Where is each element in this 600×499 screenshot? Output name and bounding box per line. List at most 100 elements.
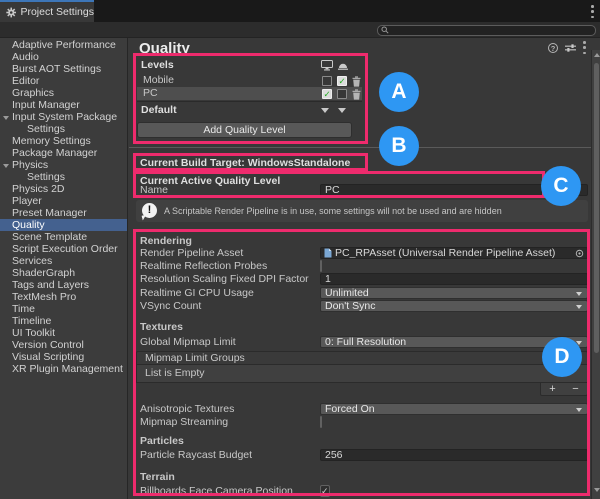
vsync-count-dropdown[interactable]: Don't Sync — [320, 300, 588, 312]
sidebar-item[interactable]: Settings — [0, 171, 127, 183]
quality-level-row-pc[interactable]: PC — [137, 87, 362, 100]
search-box[interactable] — [377, 25, 596, 36]
desktop-platform-icon — [321, 60, 333, 71]
sidebar-item[interactable]: Adaptive Performance — [0, 39, 127, 51]
trash-icon[interactable] — [352, 76, 361, 87]
mipmap-limit-groups-header[interactable]: Mipmap Limit Groups — [136, 351, 588, 365]
default-row-label: Default — [141, 104, 177, 117]
window-menu-icon[interactable] — [591, 5, 594, 18]
mobile-checkbox[interactable] — [337, 89, 347, 99]
sidebar-item[interactable]: Script Execution Order — [0, 243, 127, 255]
particle-raycast-budget-field[interactable]: 256 — [320, 449, 588, 461]
tab-title: Project Settings — [20, 6, 94, 18]
render-pipeline-asset-field[interactable]: PC_RPAsset (Universal Render Pipeline As… — [320, 247, 588, 259]
quality-name-field[interactable]: PC — [320, 184, 588, 196]
billboards-face-camera-checkbox[interactable] — [320, 485, 330, 497]
search-input[interactable] — [391, 25, 581, 35]
annotation-badge-b: B — [379, 126, 419, 166]
list-footer: + − — [540, 383, 588, 396]
mipmap-streaming-checkbox[interactable] — [320, 416, 322, 428]
sidebar-item[interactable]: Input System Package — [0, 111, 127, 123]
sidebar-item[interactable]: Version Control — [0, 339, 127, 351]
help-icon[interactable]: ? — [548, 43, 558, 53]
sidebar-item[interactable]: Editor — [0, 75, 127, 87]
global-mipmap-limit-label: Global Mipmap Limit — [140, 336, 236, 348]
sidebar-item[interactable]: Graphics — [0, 87, 127, 99]
mipmap-streaming-label: Mipmap Streaming — [140, 416, 228, 428]
anisotropic-textures-label: Anisotropic Textures — [140, 403, 234, 415]
sidebar-item[interactable]: Settings — [0, 123, 127, 135]
scroll-down-icon[interactable] — [594, 488, 600, 492]
sidebar-item[interactable]: Tags and Layers — [0, 279, 127, 291]
sidebar-item[interactable]: Package Manager — [0, 147, 127, 159]
sidebar-item[interactable]: Services — [0, 255, 127, 267]
default-desktop-dropdown-icon[interactable] — [321, 108, 329, 113]
vertical-scrollbar[interactable] — [591, 50, 600, 499]
warning-text: A Scriptable Render Pipeline is in use, … — [164, 200, 502, 222]
sidebar-item[interactable]: Burst AOT Settings — [0, 63, 127, 75]
project-settings-window: Project Settings Adaptive PerformanceAud… — [0, 0, 600, 499]
sidebar-item[interactable]: Quality — [0, 219, 127, 231]
sidebar-list: Adaptive PerformanceAudioBurst AOT Setti… — [0, 38, 127, 375]
annotation-badge-a: A — [379, 72, 419, 112]
sidebar-item[interactable]: Physics — [0, 159, 127, 171]
global-mipmap-limit-dropdown[interactable]: 0: Full Resolution — [320, 336, 588, 348]
sidebar-item[interactable]: Timeline — [0, 315, 127, 327]
anisotropic-textures-dropdown[interactable]: Forced On — [320, 403, 588, 415]
add-quality-level-button[interactable]: Add Quality Level — [137, 122, 352, 138]
sidebar-item[interactable]: Scene Template — [0, 231, 127, 243]
render-pipeline-asset-label: Render Pipeline Asset — [140, 247, 243, 259]
object-picker-icon[interactable] — [575, 249, 584, 258]
terrain-header: Terrain — [140, 471, 175, 483]
desktop-checkbox[interactable] — [322, 76, 332, 86]
trash-icon[interactable] — [352, 89, 361, 100]
settings-sidebar: Adaptive PerformanceAudioBurst AOT Setti… — [0, 38, 128, 499]
vsync-count-label: VSync Count — [140, 300, 201, 312]
realtime-reflection-probes-label: Realtime Reflection Probes — [140, 260, 267, 272]
levels-header: Levels — [141, 59, 174, 71]
scrollbar-thumb[interactable] — [594, 63, 599, 353]
sidebar-item[interactable]: Physics 2D — [0, 183, 127, 195]
realtime-gi-cpu-label: Realtime GI CPU Usage — [140, 287, 254, 299]
panel-menu-icon[interactable] — [583, 41, 586, 54]
sidebar-item[interactable]: UI Toolkit — [0, 327, 127, 339]
list-remove-button[interactable]: − — [572, 384, 578, 394]
tab-bar: Project Settings — [0, 0, 600, 22]
realtime-reflection-probes-checkbox[interactable] — [320, 260, 322, 272]
level-name: Mobile — [137, 74, 174, 86]
sidebar-item[interactable]: Memory Settings — [0, 135, 127, 147]
sidebar-item[interactable]: ShaderGraph — [0, 267, 127, 279]
particles-header: Particles — [140, 435, 184, 447]
quality-panel: Quality ? Levels Mobile PC — [129, 38, 600, 499]
sidebar-item[interactable]: XR Plugin Management — [0, 363, 127, 375]
page-title: Quality — [139, 40, 190, 57]
gear-icon — [6, 7, 16, 18]
default-mobile-dropdown-icon[interactable] — [338, 108, 346, 113]
sidebar-item[interactable]: Player — [0, 195, 127, 207]
mipmap-limit-groups-empty: List is Empty — [136, 365, 588, 383]
sidebar-item[interactable]: Visual Scripting — [0, 351, 127, 363]
search-icon — [381, 26, 389, 34]
quality-level-row-mobile[interactable]: Mobile — [137, 74, 362, 87]
particle-raycast-budget-label: Particle Raycast Budget — [140, 449, 252, 461]
desktop-checkbox[interactable] — [322, 89, 332, 99]
sidebar-item[interactable]: Input Manager — [0, 99, 127, 111]
resolution-scaling-dpi-field[interactable]: 1 — [320, 273, 588, 285]
billboards-face-camera-label: Billboards Face Camera Position — [140, 485, 293, 497]
sidebar-item[interactable]: TextMesh Pro — [0, 291, 127, 303]
scroll-up-icon[interactable] — [594, 53, 600, 57]
resolution-scaling-dpi-label: Resolution Scaling Fixed DPI Factor — [140, 273, 309, 285]
list-add-button[interactable]: + — [549, 384, 555, 394]
asset-icon — [324, 248, 332, 258]
current-build-target-label: Current Build Target: WindowsStandalone — [140, 157, 350, 169]
mobile-checkbox[interactable] — [337, 76, 347, 86]
warning-icon: ! — [142, 203, 157, 218]
tab-project-settings[interactable]: Project Settings — [0, 0, 94, 22]
settings-toolbar — [0, 22, 600, 38]
preset-icon[interactable] — [565, 43, 576, 53]
name-label: Name — [140, 184, 168, 196]
realtime-gi-cpu-dropdown[interactable]: Unlimited — [320, 287, 588, 299]
sidebar-item[interactable]: Preset Manager — [0, 207, 127, 219]
sidebar-item[interactable]: Audio — [0, 51, 127, 63]
sidebar-item[interactable]: Time — [0, 303, 127, 315]
